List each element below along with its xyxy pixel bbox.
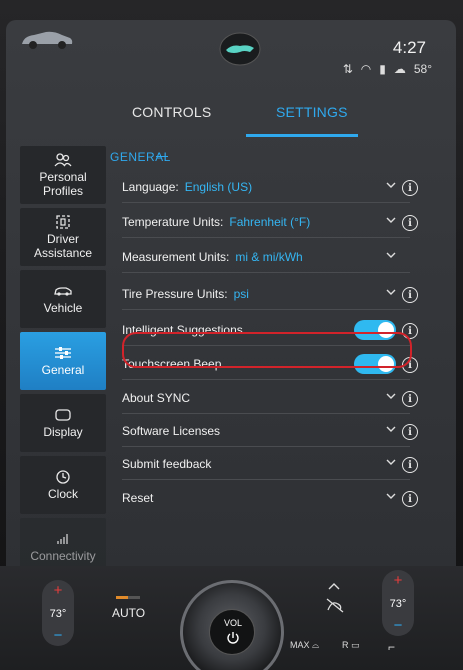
annotation-highlight-circle — [122, 332, 412, 368]
row-label: Language: — [122, 179, 179, 194]
row-label: Tire Pressure Units: — [122, 286, 228, 301]
driver-temperature-control[interactable]: + 73° − — [42, 580, 74, 646]
setting-row-submit-feedback[interactable]: Submit feedback — [122, 448, 410, 480]
row-value: psi — [233, 286, 249, 301]
volume-knob-center[interactable]: VOL — [209, 609, 255, 655]
setting-row-about-sync[interactable]: About SYNC — [122, 382, 410, 414]
row-label: Measurement Units: — [122, 249, 230, 264]
clock-icon — [52, 469, 74, 485]
outside-temperature: 58° — [413, 62, 432, 76]
row-value: mi & mi/kWh — [235, 249, 303, 264]
fan-off-icon[interactable] — [324, 596, 346, 614]
chevron-down-icon[interactable] — [386, 457, 396, 467]
setting-row-language[interactable]: Language: English (US) — [122, 171, 410, 203]
volume-knob[interactable]: VOL — [180, 580, 284, 670]
chevron-down-icon[interactable] — [386, 391, 396, 401]
passenger-temperature: 73° — [389, 598, 407, 610]
sidebar-item-clock[interactable]: Clock — [20, 456, 106, 514]
sidebar-item-label: General — [41, 363, 85, 377]
setting-row-reset[interactable]: Reset — [122, 482, 410, 514]
setting-row-software-licenses[interactable]: Software Licenses — [122, 415, 410, 447]
section-title: GENERAL — [110, 150, 171, 164]
passenger-temperature-control[interactable]: + 73° − — [382, 570, 414, 636]
driver-assist-icon — [52, 214, 74, 230]
chevron-down-icon[interactable] — [386, 215, 396, 225]
climate-control-bar: + 73° − AUTO VOL + 73° − MAX ⌓ R ▭ ⌐ — [0, 566, 463, 670]
signal-icon: ⇅ — [342, 62, 353, 76]
top-tabs: CONTROLS SETTINGS — [106, 100, 366, 140]
section-divider — [156, 156, 168, 157]
battery-icon: ▮ — [379, 62, 386, 76]
info-icon[interactable]: i — [402, 215, 418, 231]
tab-active-indicator — [246, 134, 358, 137]
rear-label: R — [342, 640, 349, 650]
tab-controls[interactable]: CONTROLS — [132, 104, 211, 120]
row-value: English (US) — [184, 179, 253, 194]
max-defrost-button[interactable]: MAX ⌓ — [290, 640, 319, 651]
power-icon — [227, 632, 239, 644]
sidebar-item-vehicle[interactable]: Vehicle — [20, 270, 106, 328]
sidebar-item-label: Profiles — [42, 184, 83, 198]
profiles-icon — [52, 152, 74, 168]
chevron-down-icon[interactable] — [386, 180, 396, 190]
sidebar-item-label: Clock — [47, 487, 78, 501]
info-icon[interactable]: i — [402, 391, 418, 407]
temp-decrease-icon[interactable]: − — [394, 618, 403, 633]
sidebar-item-label: Connectivity — [30, 549, 96, 563]
info-icon[interactable]: i — [402, 491, 418, 507]
info-icon[interactable]: i — [402, 457, 418, 473]
setting-row-measurement-units[interactable]: Measurement Units: mi & mi/kWh — [122, 241, 410, 273]
info-icon[interactable]: i — [402, 287, 418, 303]
row-label: Software Licenses — [122, 423, 221, 438]
signal-icon — [52, 531, 74, 547]
sliders-icon — [52, 345, 74, 361]
sidebar-item-personal-profiles[interactable]: Personal Profiles — [20, 146, 106, 204]
row-label: Temperature Units: — [122, 214, 224, 229]
rear-defrost-button[interactable]: R ▭ — [342, 640, 360, 651]
sidebar-item-label: Display — [43, 425, 83, 439]
temp-increase-icon[interactable]: + — [54, 583, 63, 598]
sidebar-item-label: Driver — [47, 232, 79, 246]
volume-label: VOL — [223, 618, 242, 628]
row-value: Fahrenheit (°F) — [229, 214, 311, 229]
chevron-down-icon[interactable] — [386, 424, 396, 434]
setting-row-temperature-units[interactable]: Temperature Units: Fahrenheit (°F) — [122, 206, 410, 238]
status-icons: ⇅ ◠ ▮ ☁ 58° — [343, 62, 432, 76]
touchscreen: 4:27 ⇅ ◠ ▮ ☁ 58° CONTROLS SETTINGS Perso… — [6, 20, 456, 580]
chevron-down-icon[interactable] — [386, 250, 396, 260]
chevron-up-icon[interactable] — [328, 582, 340, 590]
sidebar-item-label: Personal — [39, 170, 87, 184]
info-icon[interactable]: i — [402, 180, 418, 196]
wifi-icon: ◠ — [360, 62, 372, 76]
row-label: Submit feedback — [122, 456, 212, 471]
setting-row-tire-pressure-units[interactable]: Tire Pressure Units: psi — [122, 278, 410, 310]
settings-sidebar: Personal Profiles Driver Assistance Vehi… — [20, 146, 106, 580]
temp-decrease-icon[interactable]: − — [54, 628, 63, 643]
sidebar-item-label: Assistance — [33, 246, 93, 260]
chevron-down-icon[interactable] — [386, 287, 396, 297]
seat-heat-icon[interactable]: ⌐ — [388, 640, 395, 654]
weather-icon: ☁ — [393, 62, 406, 76]
row-label: Reset — [122, 491, 154, 505]
display-icon — [52, 407, 74, 423]
sidebar-item-display[interactable]: Display — [20, 394, 106, 452]
chevron-down-icon[interactable] — [386, 491, 396, 501]
mustang-logo-icon[interactable] — [218, 32, 262, 66]
clock-time: 4:27 — [392, 38, 426, 57]
sidebar-item-label: Vehicle — [43, 301, 83, 315]
auto-button[interactable]: AUTO — [112, 606, 145, 620]
vehicle-icon — [52, 283, 74, 299]
info-icon[interactable]: i — [402, 424, 418, 440]
tab-settings[interactable]: SETTINGS — [276, 104, 348, 120]
driver-temperature: 73° — [49, 608, 67, 620]
temp-increase-icon[interactable]: + — [394, 573, 403, 588]
row-label: About SYNC — [122, 390, 191, 405]
auto-indicator — [116, 596, 140, 599]
sidebar-item-general[interactable]: General — [20, 332, 106, 390]
sidebar-item-driver-assistance[interactable]: Driver Assistance — [20, 208, 106, 266]
vehicle-thumbnail-icon[interactable] — [18, 26, 74, 52]
max-label: MAX — [290, 640, 310, 650]
